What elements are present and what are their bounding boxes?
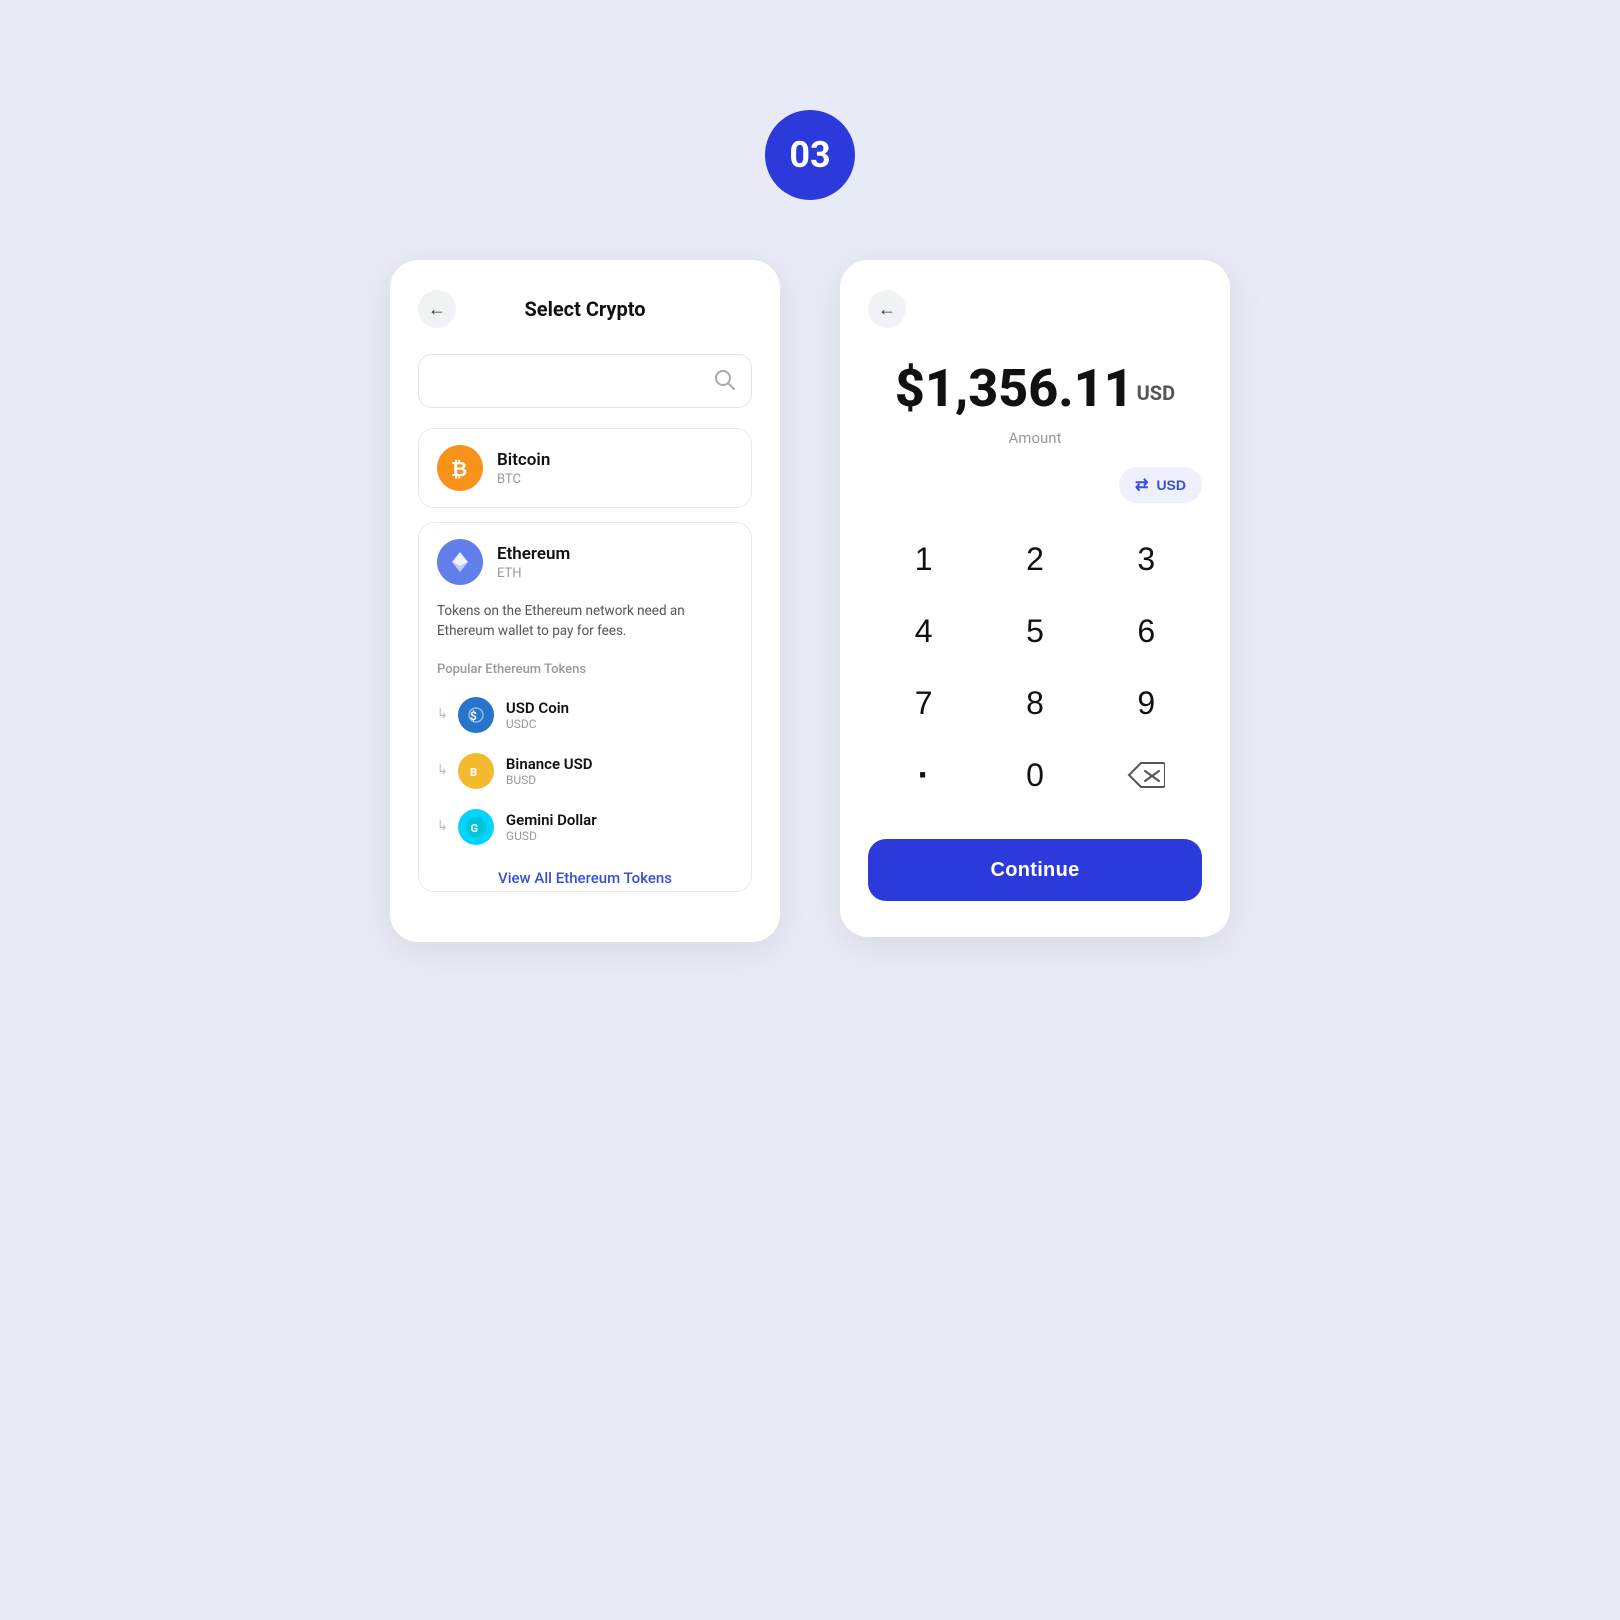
- right-back-icon: ←: [878, 299, 896, 320]
- left-back-icon: ←: [428, 299, 446, 320]
- gusd-info: Gemini Dollar GUSD: [506, 811, 597, 843]
- ethereum-name: Ethereum: [497, 544, 570, 564]
- busd-icon: B: [458, 753, 494, 789]
- bitcoin-item[interactable]: ₿ Bitcoin BTC: [418, 428, 752, 508]
- ethereum-symbol: ETH: [497, 566, 570, 581]
- key-9[interactable]: 9: [1091, 667, 1202, 739]
- key-7[interactable]: 7: [868, 667, 979, 739]
- ethereum-description: Tokens on the Ethereum network need an E…: [419, 601, 751, 654]
- continue-button[interactable]: Continue: [868, 839, 1202, 901]
- bitcoin-icon: ₿: [437, 445, 483, 491]
- select-crypto-panel: ← Select Crypto ₿ Bitcoin BTC: [390, 260, 780, 942]
- usdc-item[interactable]: ↳ $ USD Coin USDC: [419, 687, 751, 743]
- select-crypto-title: Select Crypto: [524, 297, 645, 321]
- key-6[interactable]: 6: [1091, 595, 1202, 667]
- right-panel-header: ←: [868, 290, 1202, 328]
- busd-sub-arrow: ↳: [437, 763, 448, 778]
- bitcoin-symbol: BTC: [497, 472, 550, 487]
- ethereum-item[interactable]: Ethereum ETH: [419, 523, 751, 601]
- busd-info: Binance USD BUSD: [506, 755, 593, 787]
- currency-toggle-button[interactable]: ⇄ USD: [1119, 467, 1202, 503]
- popular-tokens-label: Popular Ethereum Tokens: [419, 654, 751, 687]
- gusd-icon: G: [458, 809, 494, 845]
- left-back-button[interactable]: ←: [418, 290, 456, 328]
- key-dot[interactable]: ·: [868, 739, 979, 811]
- key-5[interactable]: 5: [979, 595, 1090, 667]
- ethereum-icon: [437, 539, 483, 585]
- view-all-ethereum-link[interactable]: View All Ethereum Tokens: [419, 855, 751, 891]
- amount-currency-code: USD: [1137, 381, 1176, 405]
- usdc-info: USD Coin USDC: [506, 699, 569, 731]
- gusd-sub-arrow: ↳: [437, 819, 448, 834]
- numpad: 1 2 3 4 5 6 7 8 9 · 0: [868, 523, 1202, 811]
- amount-panel: ← $1,356.11USD Amount ⇄ USD 1 2 3 4 5 6 …: [840, 260, 1230, 937]
- key-4[interactable]: 4: [868, 595, 979, 667]
- key-1[interactable]: 1: [868, 523, 979, 595]
- svg-text:₿: ₿: [451, 457, 467, 481]
- bitcoin-name: Bitcoin: [497, 450, 550, 470]
- step-number: 03: [789, 134, 830, 176]
- left-panel-header: ← Select Crypto: [418, 290, 752, 328]
- toggle-label: USD: [1156, 477, 1186, 493]
- currency-toggle-area: ⇄ USD: [868, 467, 1202, 503]
- key-8[interactable]: 8: [979, 667, 1090, 739]
- svg-text:G: G: [470, 822, 478, 835]
- step-badge: 03: [765, 110, 855, 200]
- svg-text:B: B: [470, 766, 477, 779]
- amount-value: $1,356.11: [895, 358, 1134, 419]
- search-input[interactable]: [435, 372, 713, 390]
- usdc-icon: $: [458, 697, 494, 733]
- amount-display: $1,356.11USD: [868, 358, 1202, 419]
- ethereum-info: Ethereum ETH: [497, 544, 570, 581]
- panels-container: ← Select Crypto ₿ Bitcoin BTC: [390, 260, 1230, 942]
- ethereum-expanded: Ethereum ETH Tokens on the Ethereum netw…: [418, 522, 752, 892]
- amount-label: Amount: [868, 429, 1202, 447]
- busd-item[interactable]: ↳ B Binance USD BUSD: [419, 743, 751, 799]
- key-backspace[interactable]: [1091, 739, 1202, 811]
- search-icon: [713, 368, 735, 395]
- key-0[interactable]: 0: [979, 739, 1090, 811]
- toggle-icon: ⇄: [1135, 475, 1148, 495]
- gusd-item[interactable]: ↳ G Gemini Dollar GUSD: [419, 799, 751, 855]
- right-back-button[interactable]: ←: [868, 290, 906, 328]
- key-3[interactable]: 3: [1091, 523, 1202, 595]
- bitcoin-info: Bitcoin BTC: [497, 450, 550, 487]
- search-box: [418, 354, 752, 408]
- usdc-sub-arrow: ↳: [437, 707, 448, 722]
- key-2[interactable]: 2: [979, 523, 1090, 595]
